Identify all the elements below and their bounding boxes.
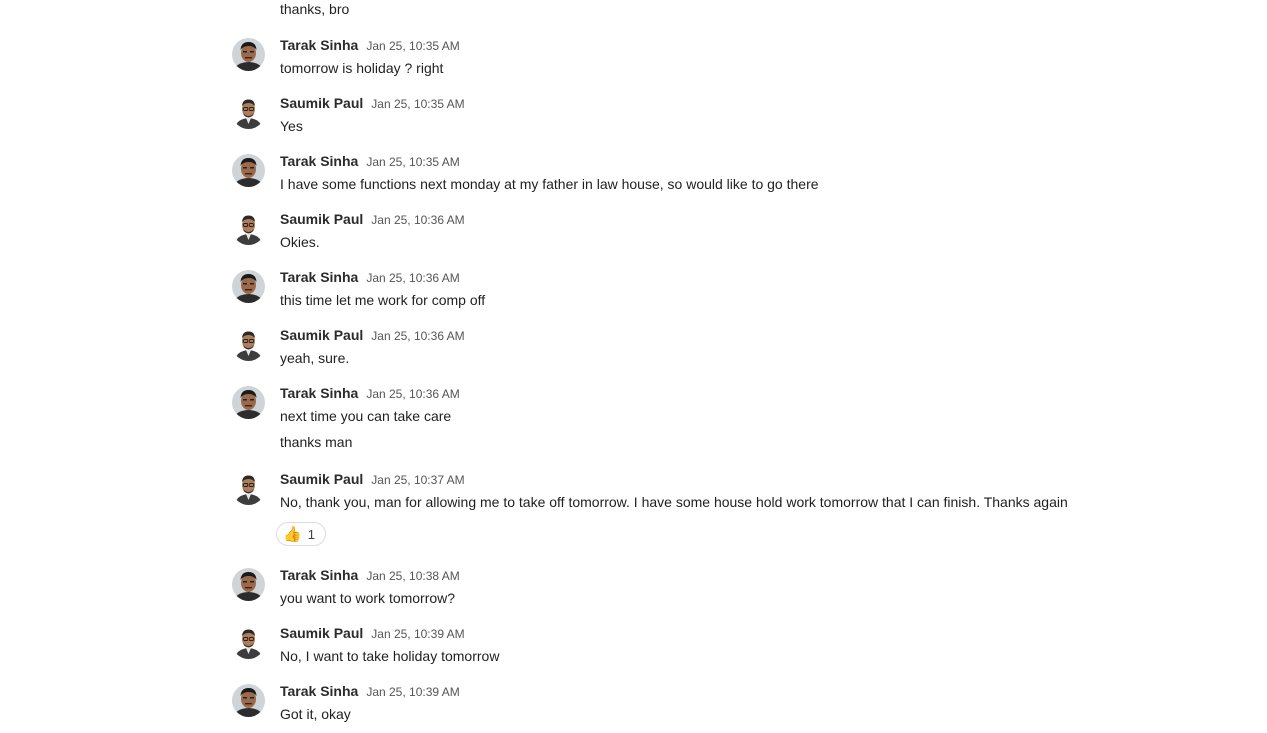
message-header: Tarak Sinha Jan 25, 10:38 AM (280, 565, 460, 585)
message-body: next time you can take care thanks man (280, 407, 451, 459)
message-body: Yes (280, 117, 303, 143)
message-body: I have some functions next monday at my … (280, 175, 819, 201)
message-timestamp: Jan 25, 10:39 AM (371, 627, 465, 641)
message-timestamp: Jan 25, 10:37 AM (371, 473, 465, 487)
message-text: thanks man (280, 434, 353, 450)
message-body: tomorrow is holiday ? right (280, 59, 443, 85)
message-header: Saumik Paul Jan 25, 10:36 AM (280, 325, 465, 345)
author-name[interactable]: Tarak Sinha (280, 37, 358, 53)
message-text: I have some functions next monday at my … (280, 176, 819, 192)
message-body: No, I want to take holiday tomorrow (280, 647, 499, 673)
message-header: Tarak Sinha Jan 25, 10:36 AM (280, 267, 460, 287)
message-header: Tarak Sinha Jan 25, 10:36 AM (280, 383, 460, 403)
saumik-avatar[interactable] (232, 472, 265, 505)
reaction-chip[interactable]: 👍 1 (276, 522, 326, 546)
message-timestamp: Jan 25, 10:36 AM (366, 271, 460, 285)
message-text: thanks, bro (280, 1, 350, 17)
saumik-avatar[interactable] (232, 96, 265, 129)
message-timestamp: Jan 25, 10:35 AM (366, 155, 460, 169)
tarak-avatar[interactable] (232, 386, 265, 419)
author-name[interactable]: Tarak Sinha (280, 153, 358, 169)
message-body: No, thank you, man for allowing me to ta… (280, 493, 1068, 519)
message-text: yeah, sure. (280, 350, 350, 366)
author-name[interactable]: Tarak Sinha (280, 385, 358, 401)
message-timestamp: Jan 25, 10:35 AM (371, 97, 465, 111)
author-name[interactable]: Saumik Paul (280, 327, 363, 343)
message-text: you want to work tomorrow? (280, 590, 456, 606)
message-timestamp: Jan 25, 10:38 AM (366, 569, 460, 583)
saumik-avatar[interactable] (232, 328, 265, 361)
message-header: Saumik Paul Jan 25, 10:39 AM (280, 623, 465, 643)
message-timestamp: Jan 25, 10:35 AM (366, 39, 460, 53)
tarak-avatar[interactable] (232, 38, 265, 71)
reaction-count: 1 (307, 527, 315, 542)
author-name[interactable]: Saumik Paul (280, 211, 363, 227)
author-name[interactable]: Saumik Paul (280, 95, 363, 111)
message-header: Tarak Sinha Jan 25, 10:35 AM (280, 151, 460, 171)
message-text: Got it, okay (280, 706, 351, 722)
message-body: Got it, okay (280, 705, 351, 731)
message-text: No, I want to take holiday tomorrow (280, 648, 500, 664)
message-text: next time you can take care (280, 408, 452, 424)
saumik-avatar[interactable] (232, 212, 265, 245)
message-text: Okies. (280, 234, 320, 250)
message-body: yeah, sure. (280, 349, 349, 375)
message-body: this time let me work for comp off (280, 291, 485, 317)
message-header: Tarak Sinha Jan 25, 10:35 AM (280, 35, 460, 55)
message-body: you want to work tomorrow? (280, 589, 455, 615)
message-header: Saumik Paul Jan 25, 10:35 AM (280, 93, 465, 113)
message-timestamp: Jan 25, 10:39 AM (366, 685, 460, 699)
message-text: Yes (280, 118, 303, 134)
message-text: tomorrow is holiday ? right (280, 60, 444, 76)
message-timestamp: Jan 25, 10:36 AM (371, 213, 465, 227)
tarak-avatar[interactable] (232, 154, 265, 187)
author-name[interactable]: Tarak Sinha (280, 683, 358, 699)
message-timestamp: Jan 25, 10:36 AM (366, 387, 460, 401)
message-header: Saumik Paul Jan 25, 10:36 AM (280, 209, 465, 229)
message-text: this time let me work for comp off (280, 292, 486, 308)
thumbs-up-icon: 👍 (283, 526, 302, 543)
saumik-avatar[interactable] (232, 626, 265, 659)
tarak-avatar[interactable] (232, 568, 265, 601)
author-name[interactable]: Tarak Sinha (280, 567, 358, 583)
tarak-avatar[interactable] (232, 270, 265, 303)
author-name[interactable]: Saumik Paul (280, 471, 363, 487)
author-name[interactable]: Saumik Paul (280, 625, 363, 641)
chat-message-list: thanks, bro Tarak Sinha Jan 25, 10:35 AM t… (0, 0, 1267, 733)
author-name[interactable]: Tarak Sinha (280, 269, 358, 285)
message-header: Saumik Paul Jan 25, 10:37 AM (280, 469, 465, 489)
message-timestamp: Jan 25, 10:36 AM (371, 329, 465, 343)
message-body: Okies. (280, 233, 320, 259)
tarak-avatar[interactable] (232, 684, 265, 717)
message-header: Tarak Sinha Jan 25, 10:39 AM (280, 681, 460, 701)
message-text: No, thank you, man for allowing me to ta… (280, 494, 1068, 510)
